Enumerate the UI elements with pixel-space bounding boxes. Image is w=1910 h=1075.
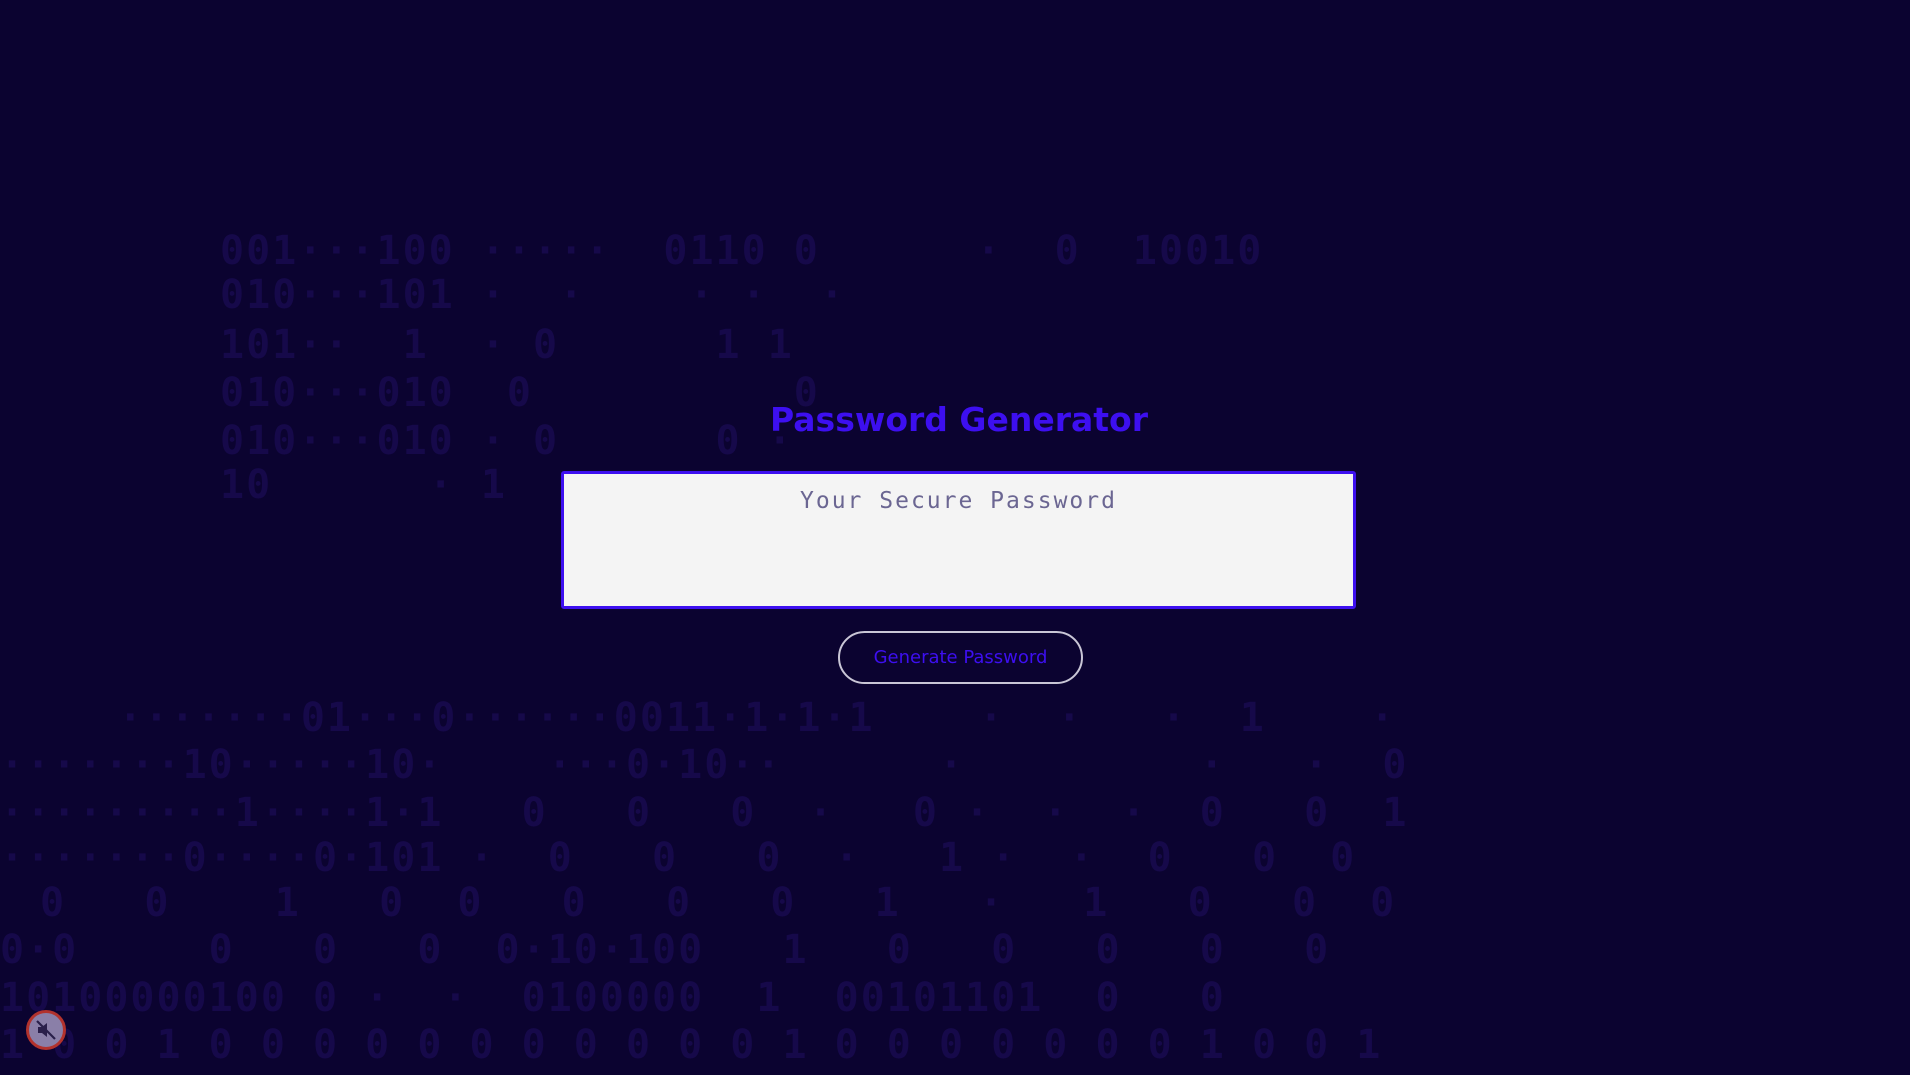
matrix-row: ·······10·····10· ···0·10·· · · · 0 xyxy=(0,742,1409,788)
matrix-row: 0·0 0 0 0 0·10·100 1 0 0 0 0 0 xyxy=(0,927,1331,973)
matrix-row: 10100000100 0 · · 0100000 1 00101101 0 0 xyxy=(0,975,1226,1021)
matrix-row: 010···101 · · · · · xyxy=(220,272,846,318)
matrix-row: 101·· 1 · 0 1 1 xyxy=(220,322,794,368)
page-title: Password Generator xyxy=(769,400,1148,439)
matrix-row: ·······01···0······0011·1·1·1 · · · 1 · xyxy=(40,695,1397,741)
speaker-muted-icon xyxy=(34,1018,58,1042)
matrix-row: ·······0····0·101 · 0 0 0 · 1 · · 0 0 0 xyxy=(0,835,1357,881)
matrix-row: 1·0 0 1 0 0 0 0 0 0 0 0 0 0 0 1 0 0 0 0 … xyxy=(0,1022,1383,1068)
generate-password-button[interactable]: Generate Password xyxy=(838,631,1083,684)
matrix-row: 10 · 1 xyxy=(220,462,507,508)
sound-toggle-button[interactable] xyxy=(26,1010,66,1050)
password-output-field[interactable] xyxy=(561,471,1356,609)
matrix-row: 001···100 ····· 0110 0 · 0 10010 xyxy=(220,228,1264,274)
matrix-row: ·········1····1·1 0 0 0 · 0 · · · 0 0 1 xyxy=(0,790,1409,836)
matrix-row: 0 0 1 0 0 0 0 0 1 · 1 0 0 0 xyxy=(40,880,1397,926)
